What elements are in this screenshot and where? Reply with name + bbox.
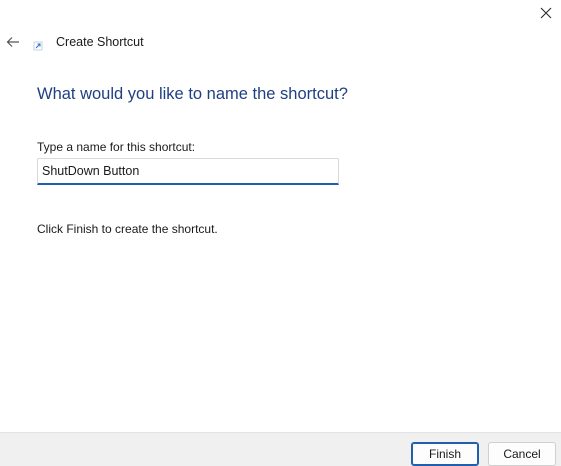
close-button[interactable] <box>533 2 559 24</box>
page-heading: What would you like to name the shortcut… <box>37 85 348 103</box>
back-arrow-icon <box>6 37 19 47</box>
create-shortcut-dialog: Create Shortcut What would you like to n… <box>0 0 561 466</box>
back-button[interactable] <box>4 34 22 50</box>
shortcut-name-label: Type a name for this shortcut: <box>37 140 196 154</box>
shortcut-wizard-icon <box>33 38 43 51</box>
close-icon <box>540 7 552 19</box>
wizard-title: Create Shortcut <box>56 35 144 49</box>
finish-button[interactable]: Finish <box>411 442 479 466</box>
finish-hint-text: Click Finish to create the shortcut. <box>37 222 218 236</box>
cancel-button[interactable]: Cancel <box>488 442 556 466</box>
dialog-footer: Finish Cancel <box>0 432 561 466</box>
shortcut-name-input[interactable] <box>37 158 339 185</box>
